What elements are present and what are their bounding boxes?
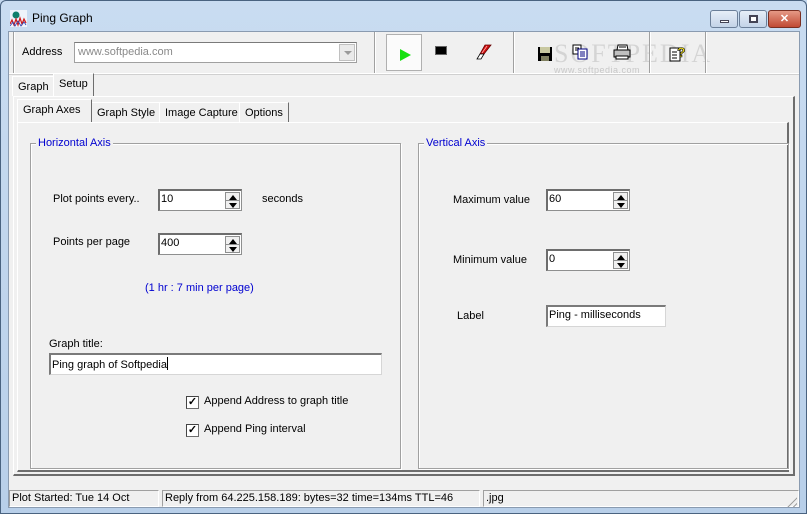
printer-icon	[613, 44, 631, 60]
maximize-icon	[749, 15, 758, 23]
axis-label-label: Label	[457, 310, 484, 322]
vertical-axis-title: Vertical Axis	[424, 137, 488, 149]
spin-up-icon[interactable]	[229, 239, 237, 244]
toolbar-separator	[13, 32, 15, 73]
ping-graph-window: Ping Graph ✕ Address www.softpedia.com S…	[0, 0, 807, 514]
axis-label-input[interactable]: Ping - milliseconds	[546, 305, 666, 327]
clear-button[interactable]	[467, 34, 503, 71]
max-value[interactable]: 60	[549, 193, 561, 205]
spinner-buttons[interactable]	[225, 192, 240, 209]
spinner-buttons[interactable]	[613, 252, 628, 269]
tab-graph-axes-label: Graph Axes	[23, 104, 81, 116]
min-value[interactable]: 0	[549, 253, 555, 265]
tab-image-capture-label: Image Capture	[165, 107, 238, 119]
tab-graph-axes[interactable]: Graph Axes	[17, 99, 92, 122]
graph-title-text: Ping graph of Softpedia	[52, 359, 167, 371]
graph-title-label: Graph title:	[49, 338, 103, 350]
close-icon: ✕	[779, 13, 790, 25]
svg-text:?: ?	[677, 44, 686, 60]
plot-every-label: Plot points every..	[53, 193, 140, 205]
play-icon	[400, 49, 411, 61]
append-address-checkbox[interactable]: ✓	[186, 396, 199, 409]
plot-every-spinner[interactable]: 10	[158, 189, 242, 211]
toolbar-separator	[374, 32, 376, 73]
minimize-icon	[720, 20, 729, 23]
spin-down-icon[interactable]	[229, 203, 237, 208]
spin-up-icon[interactable]	[229, 195, 237, 200]
horizontal-axis-title: Horizontal Axis	[36, 137, 113, 149]
plot-every-value[interactable]: 10	[161, 193, 173, 205]
help-icon: ?	[669, 44, 686, 62]
floppy-disk-icon	[538, 47, 552, 61]
min-value-label: Minimum value	[453, 254, 527, 266]
min-value-spinner[interactable]: 0	[546, 249, 630, 271]
stop-button[interactable]	[423, 34, 459, 71]
tab-options[interactable]: Options	[239, 102, 289, 122]
title-bar[interactable]: Ping Graph ✕	[1, 1, 806, 33]
plot-every-unit: seconds	[262, 193, 303, 205]
duration-info: (1 hr : 7 min per page)	[145, 282, 254, 294]
spinner-buttons[interactable]	[225, 236, 240, 253]
toolbar-separator	[649, 32, 651, 73]
graph-title-input[interactable]: Ping graph of Softpedia	[49, 353, 382, 375]
points-per-page-label: Points per page	[53, 236, 131, 248]
tab-options-label: Options	[245, 107, 283, 119]
spinner-buttons[interactable]	[613, 192, 628, 209]
status-reply: Reply from 64.225.158.189: bytes=32 time…	[162, 490, 480, 507]
spin-up-icon[interactable]	[617, 195, 625, 200]
append-address-label[interactable]: Append Address to graph title	[204, 395, 348, 407]
toolbar-separator	[705, 32, 707, 73]
minimize-button[interactable]	[710, 10, 738, 28]
help-button[interactable]: ?	[660, 34, 696, 71]
window-title: Ping Graph	[32, 11, 93, 25]
axis-label-value[interactable]: Ping - milliseconds	[549, 309, 641, 321]
chevron-down-icon[interactable]	[339, 44, 355, 61]
tab-graph-style-label: Graph Style	[97, 107, 156, 119]
spin-down-icon[interactable]	[617, 203, 625, 208]
text-caret	[166, 357, 168, 370]
tab-image-capture[interactable]: Image Capture	[159, 102, 244, 122]
tab-setup[interactable]: Setup	[53, 73, 94, 96]
toolbar-separator	[513, 32, 515, 73]
tab-setup-label: Setup	[59, 78, 88, 90]
spin-up-icon[interactable]	[617, 255, 625, 260]
address-value[interactable]: www.softpedia.com	[78, 46, 173, 58]
tab-graph-style[interactable]: Graph Style	[91, 102, 162, 122]
copy-button[interactable]	[564, 34, 600, 71]
status-format: .jpg	[483, 490, 799, 507]
vertical-axis-group: Vertical Axis Maximum value 60 Minimum v…	[418, 137, 789, 469]
save-button[interactable]	[527, 34, 563, 71]
start-button[interactable]	[386, 34, 422, 71]
spin-down-icon[interactable]	[229, 247, 237, 252]
maximize-button[interactable]	[739, 10, 767, 28]
max-value-label: Maximum value	[453, 194, 531, 206]
address-label: Address	[22, 46, 63, 58]
stop-icon	[435, 46, 447, 55]
close-button[interactable]: ✕	[768, 10, 801, 28]
points-per-page-value[interactable]: 400	[161, 237, 179, 249]
tab-graph-label: Graph	[18, 81, 49, 93]
print-button[interactable]	[606, 34, 642, 71]
toolbar: Address www.softpedia.com SOFTPEDIA www.…	[9, 32, 799, 75]
eraser-icon	[476, 44, 492, 60]
append-interval-label[interactable]: Append Ping interval	[204, 423, 306, 435]
graph-title-value[interactable]: Ping graph of Softpedia	[52, 357, 168, 371]
app-icon	[10, 10, 27, 27]
address-combobox[interactable]: www.softpedia.com	[74, 42, 357, 63]
spin-down-icon[interactable]	[617, 263, 625, 268]
status-bar: Plot Started: Tue 14 Oct Reply from 64.2…	[9, 488, 799, 508]
status-plot-started: Plot Started: Tue 14 Oct	[9, 490, 159, 507]
copy-icon	[572, 44, 588, 60]
max-value-spinner[interactable]: 60	[546, 189, 630, 211]
points-per-page-spinner[interactable]: 400	[158, 233, 242, 255]
tab-graph[interactable]: Graph	[12, 76, 55, 96]
append-interval-checkbox[interactable]: ✓	[186, 424, 199, 437]
horizontal-axis-group: Horizontal Axis Plot points every.. 10 s…	[30, 137, 401, 469]
client-area: Address www.softpedia.com SOFTPEDIA www.…	[8, 31, 800, 508]
